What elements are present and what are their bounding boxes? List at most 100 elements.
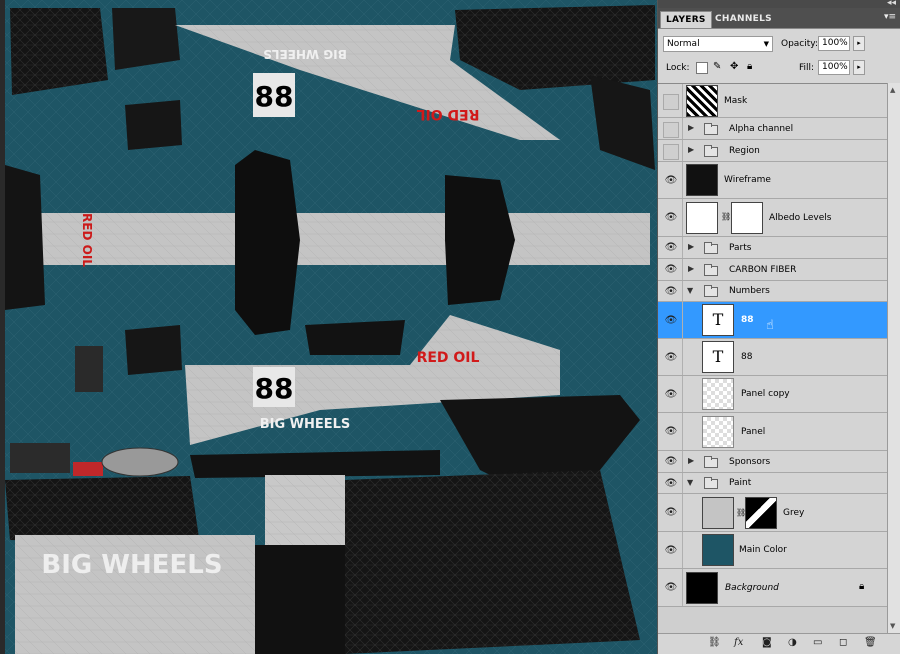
- layer-thumbnail: [702, 378, 734, 410]
- layer-row[interactable]: Mask: [658, 84, 887, 118]
- layer-row[interactable]: 👁︎ Background 🔒︎: [658, 569, 887, 607]
- expand-arrow-icon[interactable]: ▶: [688, 456, 694, 465]
- layer-row[interactable]: 👁︎ Main Color: [658, 532, 887, 569]
- layer-thumbnail: [686, 572, 718, 604]
- panel-tabs: LAYERS CHANNELS ▾≡: [658, 8, 900, 29]
- layer-name: Grey: [783, 508, 805, 518]
- blend-mode-select[interactable]: Normal ▼: [663, 36, 773, 52]
- expand-arrow-icon[interactable]: ▶: [688, 145, 694, 154]
- layer-name: Alpha channel: [729, 124, 794, 134]
- layer-row-selected[interactable]: 👁︎ T 88 ☝: [658, 302, 887, 339]
- layer-thumbnail: [686, 85, 718, 117]
- layer-row[interactable]: 👁︎ ▶ Sponsors: [658, 451, 887, 473]
- eye-icon[interactable]: 👁︎: [662, 569, 680, 606]
- folder-icon: [704, 145, 718, 157]
- sponsor-decal-bottom: BIG WHEELS: [260, 417, 351, 432]
- eye-icon[interactable]: 👁︎: [662, 302, 680, 338]
- layer-name: Numbers: [729, 286, 770, 296]
- layer-name: Background: [725, 583, 779, 593]
- layer-row[interactable]: 👁︎ ▶ CARBON FIBER: [658, 259, 887, 281]
- expand-arrow-icon[interactable]: ▶: [688, 242, 694, 251]
- layer-row[interactable]: 👁︎ ▼ Numbers: [658, 281, 887, 302]
- lock-position-icon[interactable]: ✥: [730, 61, 738, 72]
- lock-transparent-icon[interactable]: [696, 62, 708, 74]
- scroll-up-icon[interactable]: ▲: [890, 86, 895, 94]
- scroll-down-icon[interactable]: ▼: [890, 622, 895, 630]
- eye-icon[interactable]: 👁︎: [662, 473, 680, 493]
- new-layer-icon[interactable]: ◻: [839, 637, 847, 648]
- collapse-arrow-icon[interactable]: ▼: [687, 478, 693, 487]
- redoil-decal-side: RED OIL: [80, 213, 94, 267]
- tab-layers[interactable]: LAYERS: [660, 11, 712, 28]
- eye-icon[interactable]: 👁︎: [662, 494, 680, 531]
- lock-label: Lock:: [666, 63, 690, 73]
- text-layer-icon: T: [702, 304, 734, 336]
- document-canvas[interactable]: 88 BIG WHEELS RED OIL RED OIL 88 BIG WHE…: [0, 0, 657, 654]
- collapse-arrow-icon[interactable]: ▼: [687, 286, 693, 295]
- opacity-slider-button[interactable]: ▸: [853, 36, 865, 51]
- layer-row[interactable]: 👁︎ Wireframe: [658, 162, 887, 199]
- lock-icon: 🔒︎: [859, 581, 865, 592]
- fx-icon[interactable]: fx: [734, 637, 743, 648]
- layer-row[interactable]: ▶ Region: [658, 140, 887, 162]
- layer-name: Wireframe: [724, 175, 771, 185]
- visibility-toggle[interactable]: [663, 144, 679, 160]
- layers-bottom-toolbar: ⛓ fx ◙ ◑ ▭ ◻ 🗑︎: [658, 633, 900, 654]
- panel-title-bar: ◂◂: [658, 0, 900, 8]
- layer-name: CARBON FIBER: [729, 265, 797, 275]
- layer-row[interactable]: 👁︎ Panel copy: [658, 376, 887, 413]
- opacity-label: Opacity:: [781, 39, 818, 49]
- layer-name: Panel copy: [741, 389, 790, 399]
- layer-row[interactable]: 👁︎ ⛓ Albedo Levels: [658, 199, 887, 237]
- opacity-input[interactable]: 100%: [818, 36, 850, 51]
- add-mask-icon[interactable]: ◙: [762, 637, 772, 648]
- visibility-toggle[interactable]: [663, 122, 679, 138]
- layer-name: Mask: [724, 96, 748, 106]
- levels-adjustment-icon: [686, 202, 718, 234]
- eye-icon[interactable]: 👁︎: [662, 339, 680, 375]
- lock-pixels-icon[interactable]: ✎: [713, 61, 721, 72]
- expand-arrow-icon[interactable]: ▶: [688, 123, 694, 132]
- text-layer-icon: T: [702, 341, 734, 373]
- layer-row[interactable]: ▶ Alpha channel: [658, 118, 887, 140]
- expand-arrow-icon[interactable]: ▶: [688, 264, 694, 273]
- eye-icon[interactable]: 👁︎: [662, 451, 680, 472]
- eye-icon[interactable]: 👁︎: [662, 259, 680, 280]
- number-decal-top: 88: [255, 80, 294, 113]
- eye-icon[interactable]: 👁︎: [662, 199, 680, 236]
- layer-row[interactable]: 👁︎ ▶ Parts: [658, 237, 887, 259]
- visibility-toggle[interactable]: [663, 94, 679, 110]
- eye-icon[interactable]: 👁︎: [662, 237, 680, 258]
- folder-icon: [704, 242, 718, 254]
- layer-row[interactable]: 👁︎ T 88: [658, 339, 887, 376]
- collapse-icon[interactable]: ◂◂: [887, 0, 896, 8]
- layer-row[interactable]: 👁︎ ▼ Paint: [658, 473, 887, 494]
- lock-all-icon[interactable]: 🔒︎: [747, 61, 752, 72]
- eye-icon[interactable]: 👁︎: [662, 376, 680, 412]
- eye-icon[interactable]: 👁︎: [662, 162, 680, 198]
- fill-slider-button[interactable]: ▸: [853, 60, 865, 75]
- link-layers-icon[interactable]: ⛓: [708, 637, 721, 648]
- texture-artwork: 88 BIG WHEELS RED OIL RED OIL 88 BIG WHE…: [0, 0, 657, 654]
- layer-thumbnail: [702, 534, 734, 566]
- layer-mask-thumbnail: [731, 202, 763, 234]
- layer-name: Panel: [741, 427, 766, 437]
- link-icon: ⛓: [721, 212, 732, 221]
- eye-icon[interactable]: 👁︎: [662, 413, 680, 450]
- fill-label: Fill:: [799, 63, 815, 73]
- adjustment-layer-icon[interactable]: ◑: [788, 637, 797, 648]
- layer-row[interactable]: 👁︎ ⛓ Grey: [658, 494, 887, 532]
- fill-input[interactable]: 100%: [818, 60, 850, 75]
- layers-scrollbar[interactable]: ▲ ▼: [887, 83, 900, 633]
- new-group-icon[interactable]: ▭: [813, 637, 822, 648]
- layers-list: Mask ▶ Alpha channel ▶ Region 👁︎ Wirefra…: [658, 83, 887, 634]
- eye-icon[interactable]: 👁︎: [662, 281, 680, 301]
- layer-name: Main Color: [739, 545, 787, 555]
- layer-row[interactable]: 👁︎ Panel: [658, 413, 887, 451]
- panel-menu-icon[interactable]: ▾≡: [884, 12, 896, 22]
- hand-cursor-icon: ☝: [766, 318, 774, 333]
- tab-channels[interactable]: CHANNELS: [710, 11, 777, 28]
- trash-icon[interactable]: 🗑︎: [864, 637, 877, 648]
- eye-icon[interactable]: 👁︎: [662, 532, 680, 568]
- folder-icon: [704, 456, 718, 468]
